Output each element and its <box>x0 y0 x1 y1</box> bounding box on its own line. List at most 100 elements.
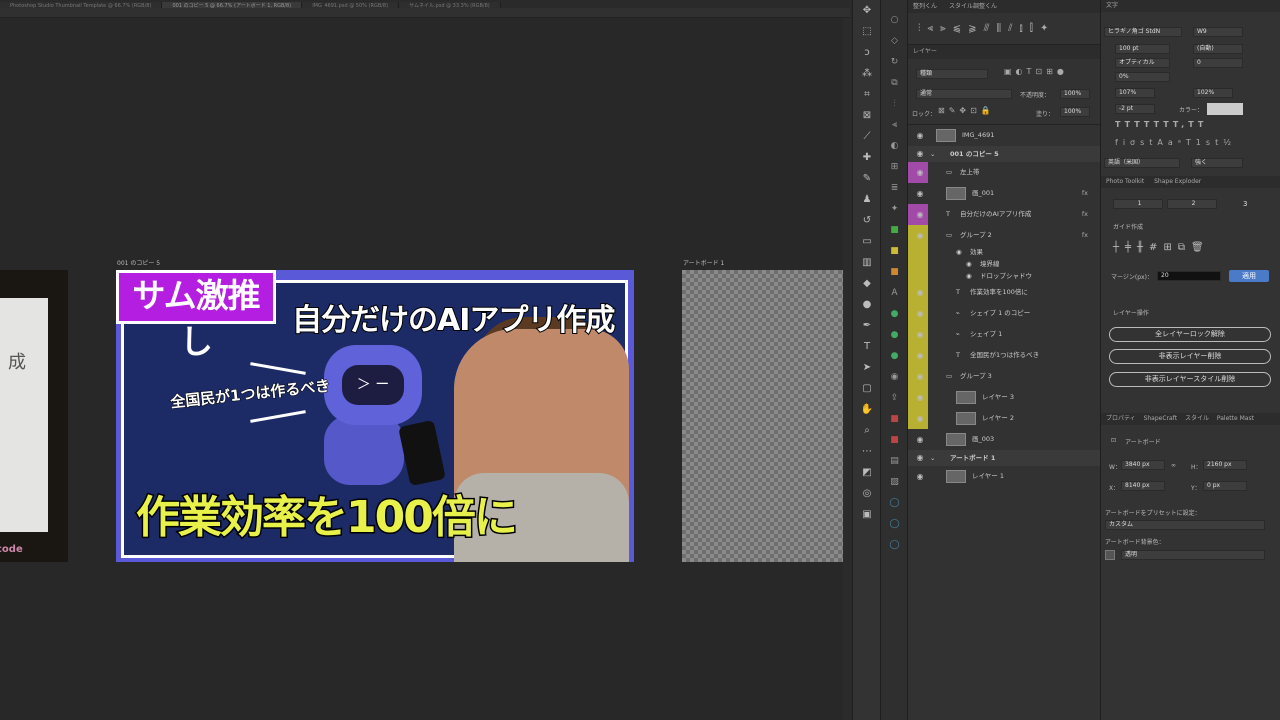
export-icon[interactable]: ⇪ <box>881 388 908 409</box>
eye-icon[interactable]: ◉ <box>911 450 929 466</box>
layers-icon[interactable]: ≣ <box>881 178 908 199</box>
height-field[interactable]: 2160 px <box>1203 460 1247 470</box>
fx-icon[interactable]: fx <box>1082 183 1088 204</box>
artboard-label-right[interactable]: アートボード 1 <box>683 258 724 267</box>
marquee-icon[interactable]: ⬚ <box>853 21 881 42</box>
pen-icon[interactable]: ✒ <box>853 315 881 336</box>
vertical-scale-field[interactable]: 107% <box>1115 88 1155 98</box>
rectangle-icon[interactable]: ▢ <box>853 378 881 399</box>
quick-mask-icon[interactable]: ◎ <box>853 483 881 504</box>
note-icon[interactable]: ▤ <box>881 451 908 472</box>
circle-icon[interactable]: ○ <box>881 10 908 31</box>
eye-icon[interactable]: ◉ <box>911 225 929 246</box>
thumbnail-artboard[interactable]: ＞ ー 全国民が1つは作るべき 自分だけのAIアプリ作成 作業効率を100倍に … <box>116 270 634 562</box>
margin-input[interactable]: 20 <box>1157 271 1221 281</box>
red-square-2-icon[interactable]: ■ <box>881 430 908 451</box>
blue-circle-2-icon[interactable]: ◯ <box>881 514 908 535</box>
tab-align-kun[interactable]: 整列くん <box>913 3 937 10</box>
tab-palette-mast[interactable]: Palette Mast <box>1217 415 1254 422</box>
layer-row[interactable]: ◉ 効果 <box>908 246 1100 258</box>
col-3-button[interactable]: 3 <box>1243 200 1247 208</box>
eye-icon[interactable]: ◉ <box>911 429 929 450</box>
style-icon[interactable]: ✦ <box>881 199 908 220</box>
green-dot-2-icon[interactable]: ● <box>881 325 908 346</box>
artboard-label-left[interactable]: 001 のコピー 5 <box>117 258 160 267</box>
text-style-icon[interactable]: A <box>881 283 908 304</box>
delete-hidden-styles-button[interactable]: 非表示レイヤースタイル削除 <box>1109 372 1271 387</box>
delete-hidden-layers-button[interactable]: 非表示レイヤー削除 <box>1109 349 1271 364</box>
eye-icon[interactable]: ◉ <box>911 204 929 225</box>
layer-row[interactable]: ◉ ▭ グループ 2 fx <box>908 225 1100 246</box>
width-field[interactable]: 3840 px <box>1121 460 1165 470</box>
bg-swatch[interactable] <box>1105 550 1115 560</box>
blue-circle-3-icon[interactable]: ◯ <box>881 535 908 556</box>
tab-shapecraft[interactable]: ShapeCraft <box>1144 415 1177 422</box>
antialias-select[interactable]: 強く <box>1191 158 1243 168</box>
lasso-icon[interactable]: ↄ <box>853 42 881 63</box>
x-field[interactable]: 8140 px <box>1121 481 1165 491</box>
leading-field[interactable]: (自動) <box>1193 44 1243 54</box>
eye-icon[interactable]: ◉ <box>911 466 929 487</box>
opacity-field[interactable]: 100% <box>1060 89 1090 99</box>
guide-buttons[interactable]: ┼╪╫#⊞⧉🗑 <box>1113 242 1210 253</box>
zoom-icon[interactable]: ⌕ <box>853 420 881 441</box>
text-color-swatch[interactable] <box>1207 103 1243 115</box>
gradient-icon[interactable]: ▥ <box>853 252 881 273</box>
tab-properties[interactable]: プロパティ <box>1106 415 1136 422</box>
layer-row[interactable]: ◉ レイヤー 2 <box>908 408 1100 429</box>
hand-icon[interactable]: ✋ <box>853 399 881 420</box>
filter-icons[interactable]: ▣◐T⊡⊞● <box>1004 67 1068 76</box>
tab-photo-toolkit[interactable]: Photo Toolkit <box>1106 178 1144 185</box>
stamp-icon[interactable]: ♟ <box>853 189 881 210</box>
color-swatches-icon[interactable]: ◩ <box>853 462 881 483</box>
layer-row[interactable]: ◉ T 自分だけのAIアプリ作成 fx <box>908 204 1100 225</box>
screen-mode-icon[interactable]: ▣ <box>853 504 881 525</box>
kerning-field[interactable]: オプティカル <box>1115 58 1170 68</box>
green-square-icon[interactable]: ■ <box>881 220 908 241</box>
baseline-field[interactable]: -2 pt <box>1115 104 1155 114</box>
tab-style-kun[interactable]: スタイル調整くん <box>949 3 997 10</box>
link-icon[interactable]: ∞ <box>1171 462 1176 469</box>
transform-icon[interactable]: ⧉ <box>881 73 908 94</box>
opentype-buttons[interactable]: fiσstAaᵃT1st½ <box>1115 138 1236 147</box>
blend-mode-select[interactable]: 通常 <box>916 89 1012 99</box>
tab-layers[interactable]: レイヤー <box>913 48 937 55</box>
tsume-field[interactable]: 0% <box>1115 72 1170 82</box>
eye-icon[interactable]: ◉ <box>911 345 929 366</box>
layer-row[interactable]: ◉ ⌄ アートボード 1 <box>908 450 1100 466</box>
eye-icon[interactable]: ◉ <box>911 282 929 303</box>
move-icon[interactable]: ✥ <box>853 0 881 21</box>
character-tab[interactable]: 文字 <box>1101 0 1280 12</box>
empty-artboard-1[interactable] <box>682 270 843 562</box>
filter-kind-select[interactable]: 種類 <box>916 69 988 79</box>
dodge-icon[interactable]: ● <box>853 294 881 315</box>
brush-icon[interactable]: ✎ <box>853 168 881 189</box>
layer-row[interactable]: ◉ 境界線 <box>908 258 1100 270</box>
photo-icon[interactable]: ▨ <box>881 472 908 493</box>
fx-icon[interactable]: fx <box>1082 225 1088 246</box>
layer-row[interactable]: ◉ ⌄ 001 のコピー 5 <box>908 146 1100 162</box>
camera-icon[interactable]: ◉ <box>881 367 908 388</box>
layer-row[interactable]: ◉ レイヤー 3 <box>908 387 1100 408</box>
healing-brush-icon[interactable]: ✚ <box>853 147 881 168</box>
eye-icon[interactable]: ◉ <box>911 146 929 162</box>
chevron-down-icon[interactable]: ⌄ <box>930 450 935 466</box>
layer-row[interactable]: ◉ レイヤー 1 <box>908 466 1100 487</box>
red-square-icon[interactable]: ■ <box>881 409 908 430</box>
layer-row[interactable]: ◉ ▭ 左上帯 <box>908 162 1100 183</box>
crop-icon[interactable]: ⌗ <box>853 84 881 105</box>
more-tools-icon[interactable]: ⋯ <box>853 441 881 462</box>
green-dot-icon[interactable]: ● <box>881 304 908 325</box>
horizontal-scale-field[interactable]: 102% <box>1193 88 1233 98</box>
align-buttons-icon[interactable]: ⫶⫷⫸⫹⫺⫻⫼⫽⫾⫿✦ <box>918 23 1055 34</box>
col-2-button[interactable]: 2 <box>1167 199 1217 209</box>
y-field[interactable]: 0 px <box>1203 481 1247 491</box>
font-size-field[interactable]: 100 pt <box>1115 44 1170 54</box>
lock-icons[interactable]: ⊠✎✥⊡🔒 <box>938 106 995 115</box>
eyedropper-icon[interactable]: ⟋ <box>853 126 881 147</box>
tracking-field[interactable]: 0 <box>1193 58 1243 68</box>
shape-icon[interactable]: ◇ <box>881 31 908 52</box>
eye-icon[interactable]: ◉ <box>911 162 929 183</box>
layer-row[interactable]: ◉ T 全国民が1つは作るべき <box>908 345 1100 366</box>
eye-icon[interactable]: ◉ <box>911 408 929 429</box>
